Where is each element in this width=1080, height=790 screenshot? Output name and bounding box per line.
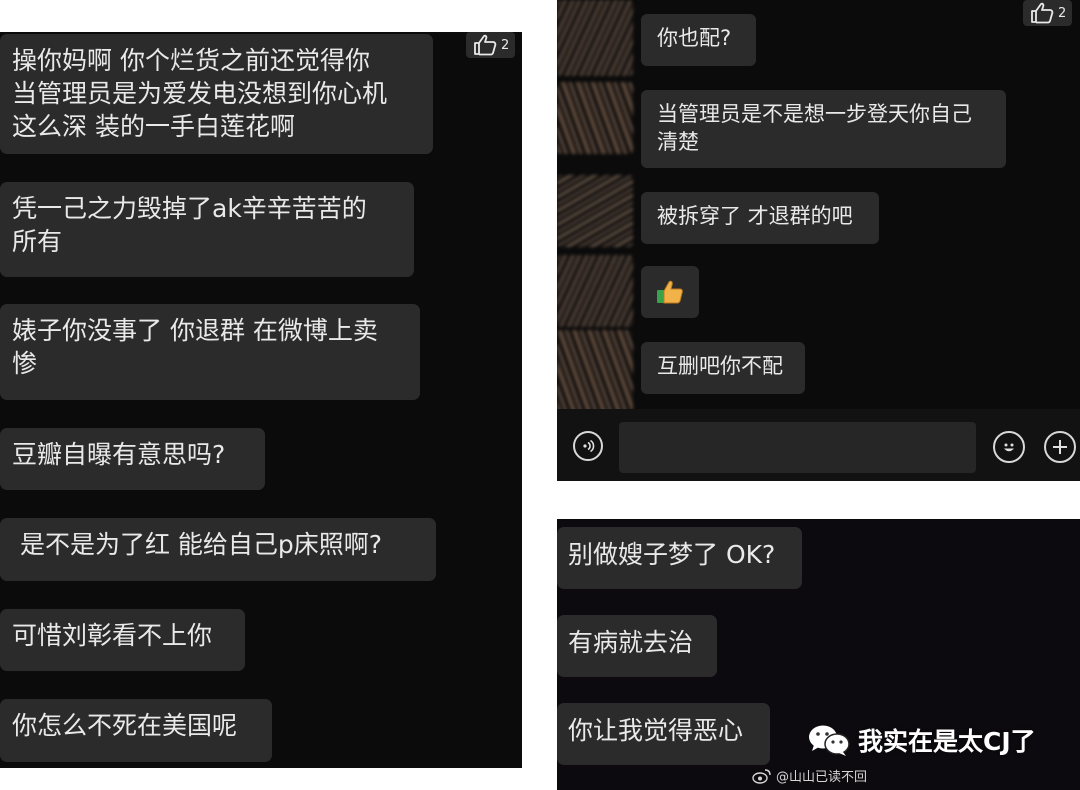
message-bubble[interactable]: 豆瓣自曝有意思吗? — [0, 428, 265, 490]
like-badge[interactable]: 2 — [466, 32, 516, 58]
wechat-icon — [809, 725, 850, 756]
emoji-message[interactable] — [641, 266, 699, 318]
message-bubble[interactable]: 可惜刘彰看不上你 — [0, 609, 245, 671]
message-bubble[interactable]: 当管理员是不是想一步登天你自己 清楚 — [641, 90, 1006, 168]
avatar[interactable] — [557, 330, 633, 412]
avatar[interactable] — [557, 175, 633, 247]
message-bubble[interactable]: 凭一己之力毁掉了ak辛辛苦苦的 所有 — [0, 182, 414, 277]
left-chat-panel: 2 操你妈啊 你个烂货之前还觉得你 当管理员是为爱发电没想到你心机 这么深 装的… — [0, 32, 522, 768]
avatar[interactable] — [557, 255, 633, 327]
message-bubble[interactable]: 有病就去治 — [557, 615, 717, 677]
right-top-chat-panel: 2 你也配? 当管理员是不是想一步登天你自己 清楚 被拆穿了 才退群的吧 互删吧… — [557, 0, 1080, 481]
weibo-watermark: @山山已读不回 — [752, 766, 867, 785]
message-bubble[interactable]: 被拆穿了 才退群的吧 — [641, 192, 879, 244]
input-bar — [557, 409, 1080, 481]
message-bubble[interactable]: 是不是为了红 能给自己p床照啊? — [0, 518, 436, 581]
wechat-watermark: 我实在是太CJ了 — [808, 722, 1036, 758]
avatar[interactable] — [557, 0, 633, 76]
watermark-account: 我实在是太CJ了 — [858, 727, 1036, 756]
like-count: 2 — [1058, 5, 1067, 21]
plus-icon[interactable] — [1044, 431, 1076, 463]
message-bubble[interactable]: 别做嫂子梦了 OK? — [557, 527, 802, 589]
weibo-handle: @山山已读不回 — [776, 770, 868, 785]
message-bubble[interactable]: 操你妈啊 你个烂货之前还觉得你 当管理员是为爱发电没想到你心机 这么深 装的一手… — [0, 34, 433, 154]
thumbs-up-icon — [474, 34, 497, 56]
thumbs-up-emoji-icon — [657, 280, 683, 304]
smiley-icon[interactable] — [993, 431, 1025, 463]
like-count: 2 — [501, 37, 510, 53]
message-bubble[interactable]: 婊子你没事了 你退群 在微博上卖 惨 — [0, 304, 420, 400]
message-bubble[interactable]: 你让我觉得恶心 — [557, 703, 770, 765]
message-bubble[interactable]: 你也配? — [641, 14, 756, 66]
message-input[interactable] — [619, 422, 976, 473]
voice-icon[interactable] — [573, 431, 603, 461]
like-badge[interactable]: 2 — [1023, 0, 1073, 26]
message-bubble[interactable]: 你怎么不死在美国呢 — [0, 699, 272, 762]
weibo-icon — [752, 768, 771, 784]
message-bubble[interactable]: 互删吧你不配 — [641, 342, 805, 394]
avatar[interactable] — [557, 82, 633, 154]
thumbs-up-icon — [1031, 2, 1054, 24]
